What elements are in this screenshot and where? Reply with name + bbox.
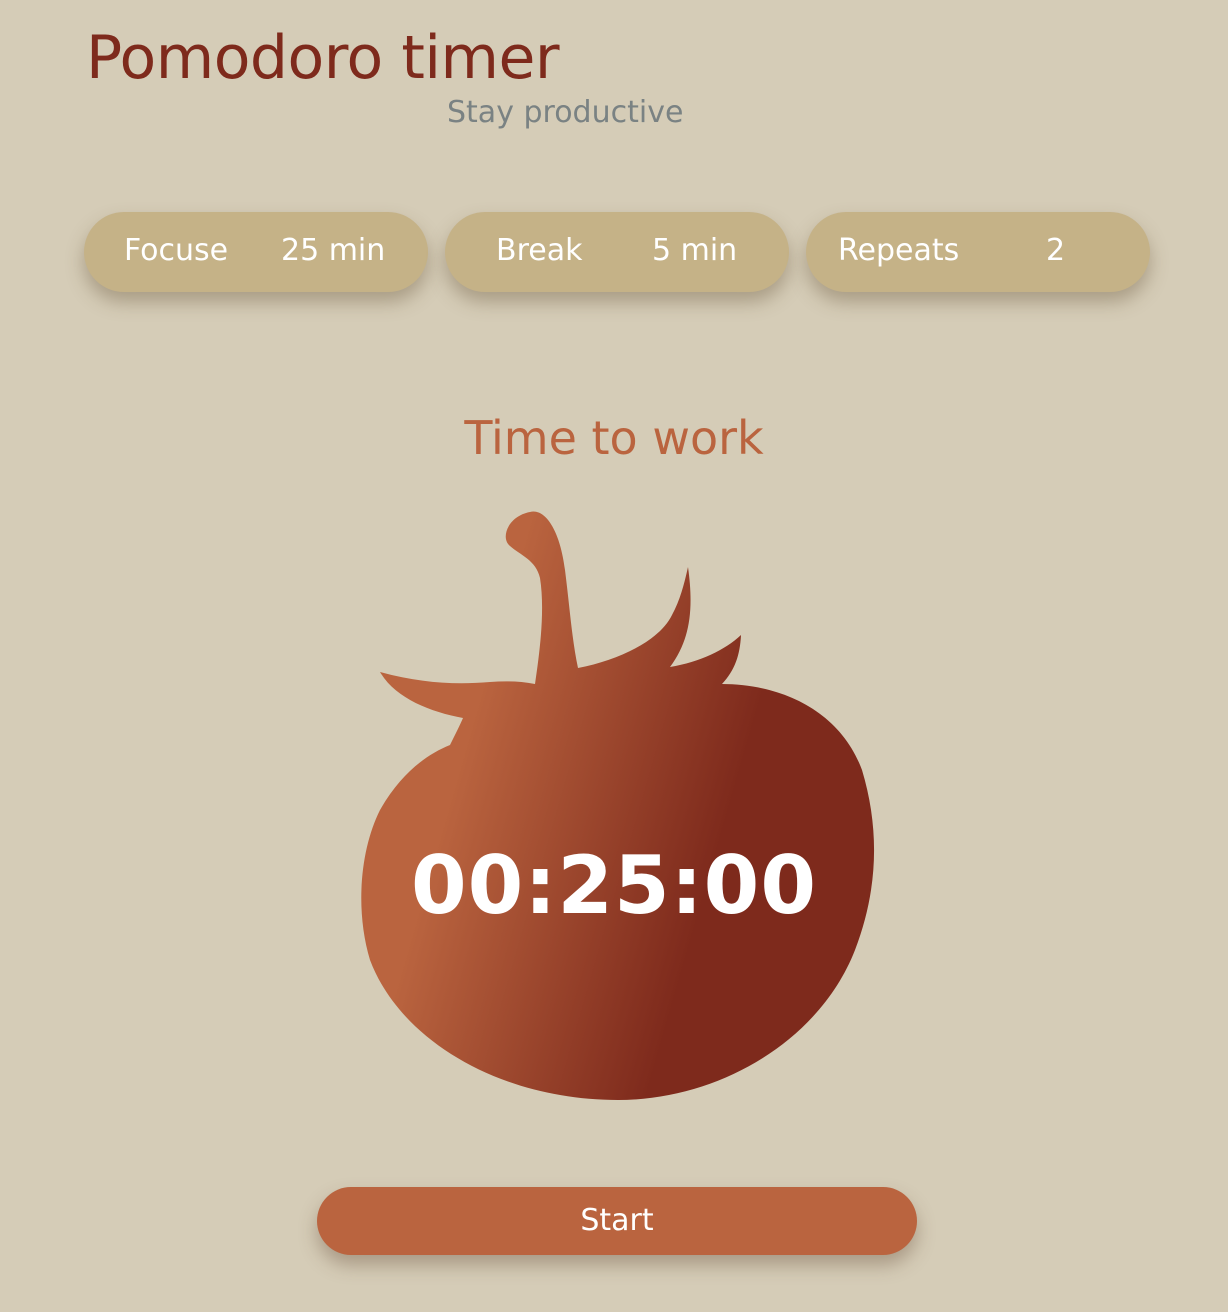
repeats-setting-pill[interactable]: Repeats 2 [806, 212, 1150, 292]
tomato-timer [350, 505, 880, 1110]
focus-value: 25 min [281, 233, 386, 268]
app-subtitle: Stay productive [447, 95, 684, 130]
start-button[interactable]: Start [317, 1187, 917, 1255]
break-label: Break [496, 233, 583, 268]
settings-row: Focuse 25 min Break 5 min Repeats 2 [84, 212, 1150, 292]
repeats-value: 2 [1046, 233, 1066, 268]
focus-label: Focuse [124, 233, 229, 268]
break-value: 5 min [652, 233, 738, 268]
repeats-label: Repeats [838, 233, 960, 268]
app-title: Pomodoro timer [86, 23, 560, 93]
timer-status: Time to work [464, 411, 764, 465]
timer-display: 00:25:00 [411, 839, 817, 932]
focus-setting-pill[interactable]: Focuse 25 min [84, 212, 428, 292]
break-setting-pill[interactable]: Break 5 min [445, 212, 789, 292]
tomato-icon [361, 511, 875, 1100]
